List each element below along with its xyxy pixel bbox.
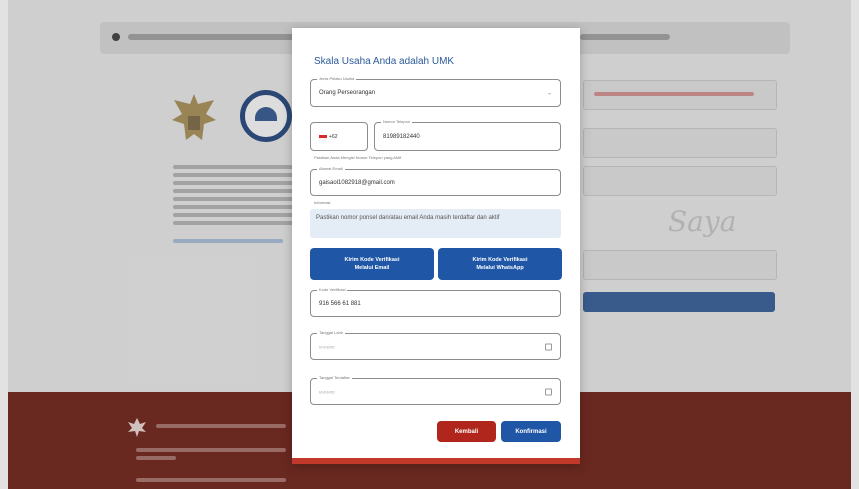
info-text: Pastikan nomor ponsel dan/atau email And… bbox=[316, 215, 500, 221]
send-code-email-line1: Kirim Kode Verifikasi bbox=[344, 257, 400, 263]
indonesia-flag-icon bbox=[319, 135, 327, 141]
umk-modal: Skala Usaha Anda adalah UMK Jenis Pelaku… bbox=[292, 28, 580, 464]
send-code-whatsapp-line2: Melalui WhatsApp bbox=[476, 265, 524, 271]
modal-title: Skala Usaha Anda adalah UMK bbox=[314, 56, 455, 67]
date1-label: Tanggal Lahir bbox=[317, 329, 346, 337]
date2-label: Tanggal Terdaftar bbox=[317, 374, 352, 382]
business-type-select[interactable]: Jenis Pelaku Usaha Orang Perseorangan ⌄ bbox=[310, 75, 561, 107]
verification-code-label: Kode Verifikasi bbox=[317, 286, 348, 294]
country-code-value: +62 bbox=[329, 134, 338, 140]
verification-code-input[interactable]: Kode Verifikasi 916 566 61 881 bbox=[310, 286, 561, 317]
send-code-email-button[interactable]: Kirim Kode Verifikasi Melalui Email bbox=[310, 248, 434, 280]
verification-code-value: 916 566 61 881 bbox=[319, 300, 361, 307]
phone-input[interactable]: Nomor Telepon 81989182440 bbox=[374, 118, 561, 151]
send-code-whatsapp-line1: Kirim Kode Verifikasi bbox=[472, 257, 528, 263]
back-button[interactable]: Kembali bbox=[437, 421, 496, 442]
date2-placeholder: hh/bb/tttt bbox=[319, 389, 335, 394]
phone-label: Nomor Telepon bbox=[381, 118, 413, 126]
confirm-button[interactable]: Konfirmasi bbox=[501, 421, 561, 442]
business-type-value: Orang Perseorangan bbox=[319, 90, 376, 96]
date-input-1[interactable]: Tanggal Lahir hh/bb/tttt bbox=[310, 329, 561, 360]
calendar-icon[interactable] bbox=[545, 343, 552, 350]
date-input-2[interactable]: Tanggal Terdaftar hh/bb/tttt bbox=[310, 374, 561, 405]
email-value: gaisaol1082918@gmail.com bbox=[319, 179, 395, 186]
calendar-icon[interactable] bbox=[545, 388, 552, 395]
email-label: Alamat Email bbox=[317, 165, 345, 173]
send-code-email-line2: Melalui Email bbox=[354, 265, 390, 271]
phone-hint: Pastikan Anda Mengisi Nomor Telepon yang… bbox=[314, 155, 402, 160]
email-input[interactable]: Alamat Email gaisaol1082918@gmail.com bbox=[310, 165, 561, 196]
info-label: Informasi bbox=[314, 200, 331, 205]
info-box: Pastikan nomor ponsel dan/atau email And… bbox=[310, 209, 561, 238]
chevron-down-icon: ⌄ bbox=[546, 90, 552, 97]
send-code-whatsapp-button[interactable]: Kirim Kode Verifikasi Melalui WhatsApp bbox=[438, 248, 562, 280]
business-type-label: Jenis Pelaku Usaha bbox=[317, 75, 357, 83]
phone-value: 81989182440 bbox=[383, 133, 420, 140]
date1-placeholder: hh/bb/tttt bbox=[319, 344, 335, 349]
country-code-select[interactable]: +62 bbox=[310, 122, 368, 151]
